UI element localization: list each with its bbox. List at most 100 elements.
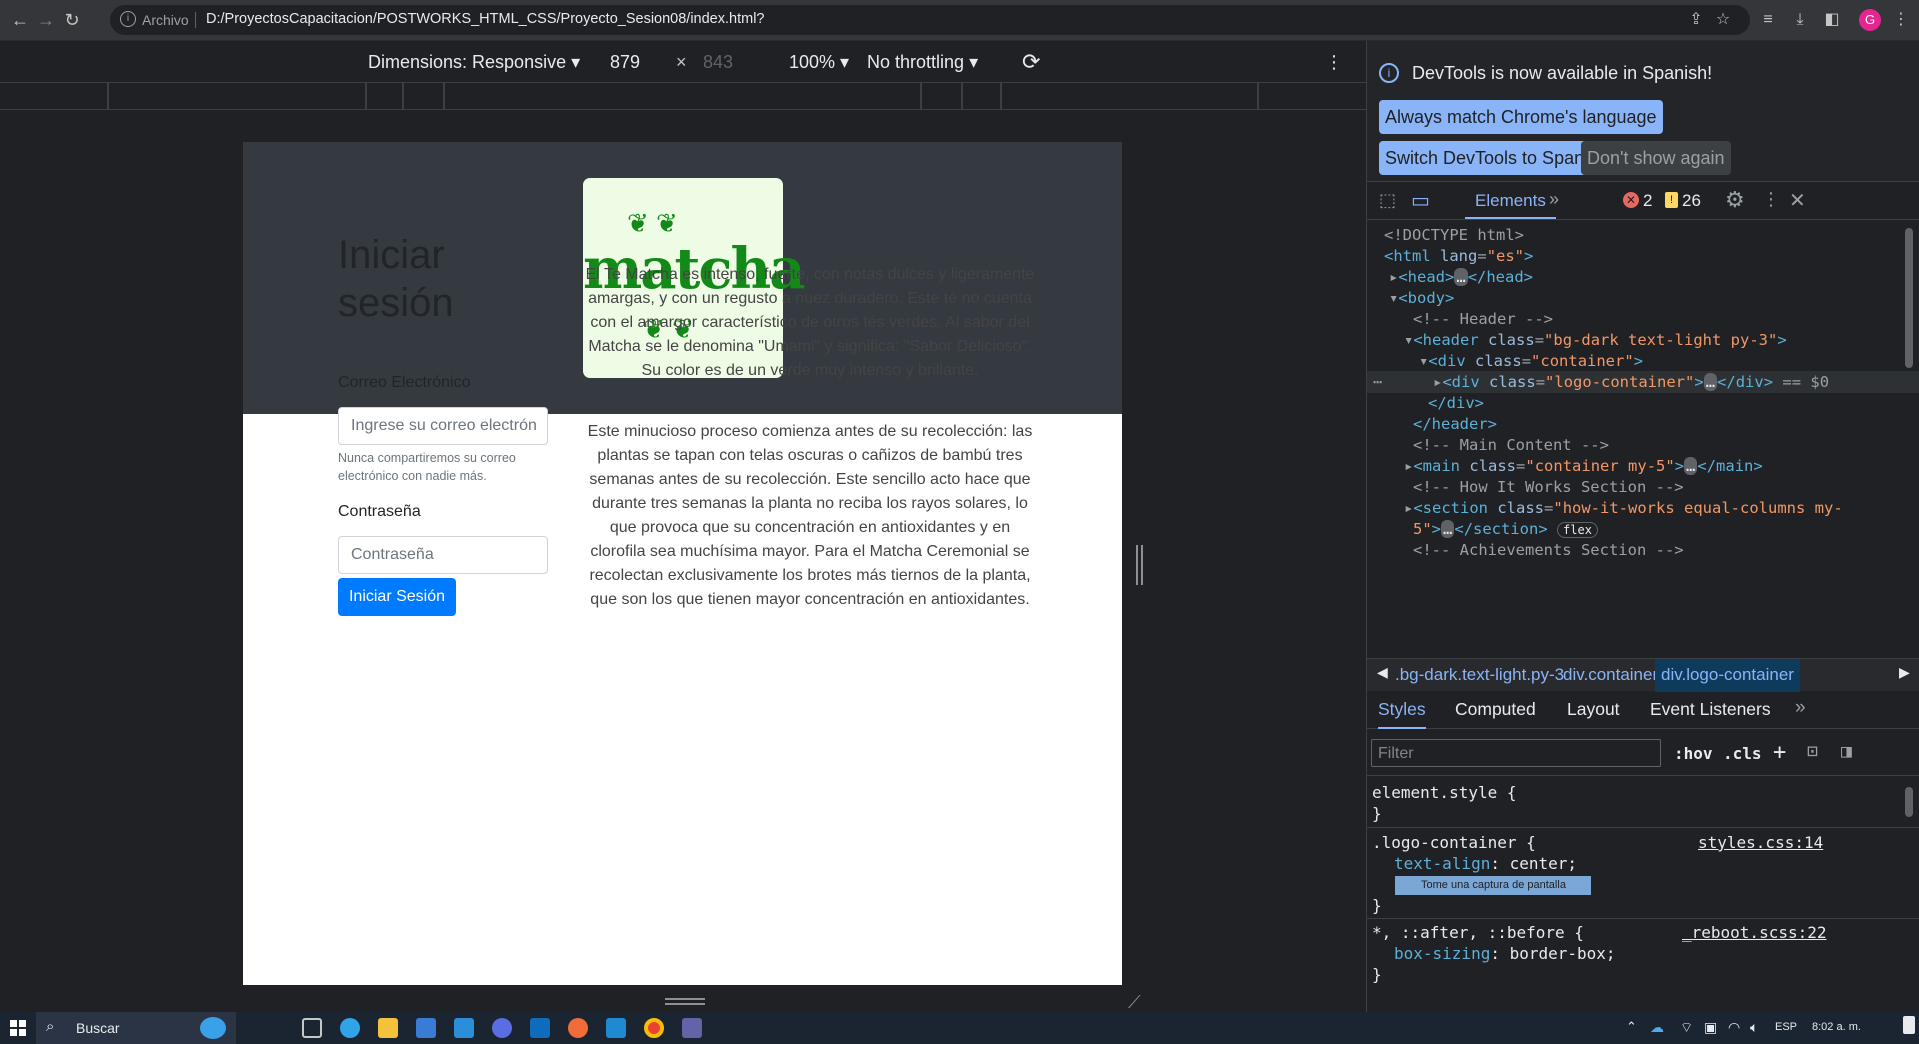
- password-field[interactable]: Contraseña: [338, 536, 548, 574]
- breadcrumb-item[interactable]: div.container: [1563, 665, 1658, 685]
- onedrive-icon[interactable]: ☁: [1650, 1019, 1664, 1036]
- chrome-icon[interactable]: [644, 1018, 664, 1038]
- switch-spanish-button[interactable]: Switch DevTools to Spanish: [1379, 141, 1614, 175]
- dom-header-close[interactable]: </header>: [1413, 415, 1497, 433]
- share-icon[interactable]: ⇪: [1686, 10, 1706, 30]
- dom-doctype[interactable]: <!DOCTYPE html>: [1384, 226, 1524, 244]
- resize-corner-icon[interactable]: ⟋: [1128, 992, 1141, 1013]
- clock[interactable]: 8:02 a. m.: [1812, 1021, 1861, 1033]
- text-align-decl[interactable]: text-align: center;: [1394, 854, 1577, 873]
- resize-handle-bottom[interactable]: [665, 998, 705, 1008]
- bookmark-star-icon[interactable]: ☆: [1713, 10, 1733, 30]
- match-language-button[interactable]: Always match Chrome's language: [1379, 100, 1663, 134]
- error-icon[interactable]: ✕: [1623, 192, 1639, 208]
- add-rule-icon[interactable]: +: [1773, 740, 1786, 765]
- file-explorer-icon[interactable]: [378, 1018, 398, 1038]
- warning-icon[interactable]: !: [1665, 192, 1678, 208]
- throttling-select[interactable]: No throttling ▾: [867, 52, 978, 73]
- resize-handle-right[interactable]: [1136, 545, 1146, 585]
- reading-list-icon[interactable]: ≡: [1758, 10, 1778, 30]
- tab-computed[interactable]: Computed: [1455, 699, 1536, 720]
- windows-start-icon[interactable]: [10, 1020, 26, 1036]
- mail-icon[interactable]: [454, 1018, 474, 1038]
- more-options-icon[interactable]: ⋮: [1325, 52, 1343, 73]
- dom-html[interactable]: <html lang="es">: [1384, 247, 1533, 265]
- download-icon[interactable]: ⤓: [1790, 10, 1810, 30]
- dom-section[interactable]: ▸<section class="how-it-works equal-colu…: [1404, 499, 1843, 517]
- device-toggle-icon[interactable]: ▭: [1411, 188, 1430, 213]
- dom-body[interactable]: ▾<body>: [1389, 289, 1454, 307]
- sidebar-toggle-icon[interactable]: ◨: [1841, 741, 1852, 762]
- flex-badge[interactable]: flex: [1557, 522, 1598, 538]
- paint-icon[interactable]: ⊡: [1807, 741, 1818, 762]
- url-text[interactable]: D:/ProyectosCapacitacion/POSTWORKS_HTML_…: [206, 11, 764, 27]
- forward-icon[interactable]: →: [34, 8, 58, 32]
- menu-icon[interactable]: ⋮: [1891, 10, 1911, 30]
- dom-comment[interactable]: <!-- Main Content -->: [1413, 436, 1609, 454]
- warning-count[interactable]: 26: [1682, 191, 1701, 211]
- error-count[interactable]: 2: [1643, 191, 1652, 211]
- address-bar[interactable]: i Archivo D:/ProyectosCapacitacion/POSTW…: [110, 5, 1750, 35]
- dom-header[interactable]: ▾<header class="bg-dark text-light py-3"…: [1404, 331, 1787, 349]
- app-icon[interactable]: [568, 1018, 588, 1038]
- filter-input[interactable]: Filter: [1371, 739, 1661, 767]
- tab-layout[interactable]: Layout: [1567, 699, 1620, 720]
- profile-avatar[interactable]: G: [1859, 9, 1881, 31]
- login-button[interactable]: Iniciar Sesión: [338, 578, 456, 616]
- crumb-right-icon[interactable]: ▶: [1899, 664, 1910, 681]
- zoom-select[interactable]: 100% ▾: [789, 52, 849, 73]
- outlook-icon[interactable]: [530, 1018, 550, 1038]
- info-icon[interactable]: i: [120, 11, 136, 27]
- height-input[interactable]: 843: [703, 52, 733, 73]
- cls-button[interactable]: .cls: [1723, 744, 1762, 763]
- task-view-icon[interactable]: [302, 1018, 322, 1038]
- box-sizing-decl[interactable]: box-sizing: border-box;: [1394, 944, 1616, 963]
- dom-comment[interactable]: <!-- Header -->: [1413, 310, 1553, 328]
- element-style-rule[interactable]: element.style {: [1372, 783, 1517, 802]
- app-icon[interactable]: [492, 1018, 512, 1038]
- tab-styles[interactable]: Styles: [1378, 699, 1426, 729]
- display-icon[interactable]: ▣: [1704, 1019, 1717, 1036]
- settings-icon[interactable]: ⚙: [1725, 187, 1745, 213]
- dom-main[interactable]: ▸<main class="container my-5">… </main>: [1404, 457, 1763, 475]
- dom-section-cont[interactable]: 5">… </section> flex: [1413, 520, 1598, 538]
- notifications-icon[interactable]: [1903, 1016, 1915, 1034]
- edge-icon[interactable]: [340, 1018, 360, 1038]
- media-query-ruler[interactable]: [0, 82, 1366, 111]
- network-icon[interactable]: ⌔: [1680, 1019, 1693, 1037]
- breadcrumb-item[interactable]: .bg-dark.text-light.py-3: [1395, 665, 1564, 685]
- reboot-link[interactable]: _reboot.scss:22: [1682, 923, 1827, 942]
- rotate-icon[interactable]: ⟳: [1022, 49, 1040, 75]
- dom-container[interactable]: ▾<div class="container">: [1419, 352, 1643, 370]
- styles-scrollbar[interactable]: [1905, 787, 1913, 817]
- more-tabs-icon[interactable]: »: [1795, 697, 1806, 719]
- wifi-icon[interactable]: ◠: [1728, 1019, 1740, 1036]
- hov-button[interactable]: :hov: [1674, 744, 1713, 763]
- tab-event-listeners[interactable]: Event Listeners: [1650, 699, 1771, 720]
- language-indicator[interactable]: ESP: [1775, 1021, 1797, 1033]
- volume-icon[interactable]: 🔈︎: [1750, 1019, 1758, 1036]
- dom-comment[interactable]: <!-- Achievements Section -->: [1413, 541, 1684, 559]
- dom-tree[interactable]: <!DOCTYPE html> <html lang="es"> ▸<head>…: [1367, 220, 1919, 658]
- styles-css-link[interactable]: styles.css:14: [1698, 833, 1823, 852]
- universal-selector[interactable]: *, ::after, ::before {: [1372, 923, 1584, 942]
- close-devtools-icon[interactable]: ✕: [1789, 188, 1806, 213]
- breadcrumb-item-active[interactable]: div.logo-container: [1655, 659, 1800, 692]
- tray-chevron-icon[interactable]: ⌃: [1626, 1019, 1637, 1035]
- tab-elements[interactable]: Elements: [1465, 191, 1556, 219]
- width-input[interactable]: 879: [610, 52, 640, 73]
- devtools-menu-icon[interactable]: ⋮: [1762, 189, 1780, 210]
- dom-head[interactable]: ▸<head>… </head>: [1389, 268, 1533, 286]
- dom-comment[interactable]: <!-- How It Works Section -->: [1413, 478, 1684, 496]
- dont-show-button[interactable]: Don't show again: [1581, 141, 1731, 175]
- dom-div-close[interactable]: </div>: [1428, 394, 1484, 412]
- dom-scrollbar[interactable]: [1905, 228, 1913, 368]
- dom-logo-container[interactable]: ▸<div class="logo-container">… </div> == …: [1433, 373, 1829, 391]
- more-tabs-icon[interactable]: »: [1549, 189, 1559, 210]
- inspect-element-icon[interactable]: ⬚: [1379, 190, 1396, 211]
- vscode-icon[interactable]: [606, 1018, 626, 1038]
- dom-ellipsis-icon[interactable]: ⋯: [1373, 373, 1382, 391]
- crumb-left-icon[interactable]: ◀: [1377, 664, 1388, 681]
- taskbar-search[interactable]: ⌕ Buscar: [36, 1012, 236, 1044]
- store-icon[interactable]: [416, 1018, 436, 1038]
